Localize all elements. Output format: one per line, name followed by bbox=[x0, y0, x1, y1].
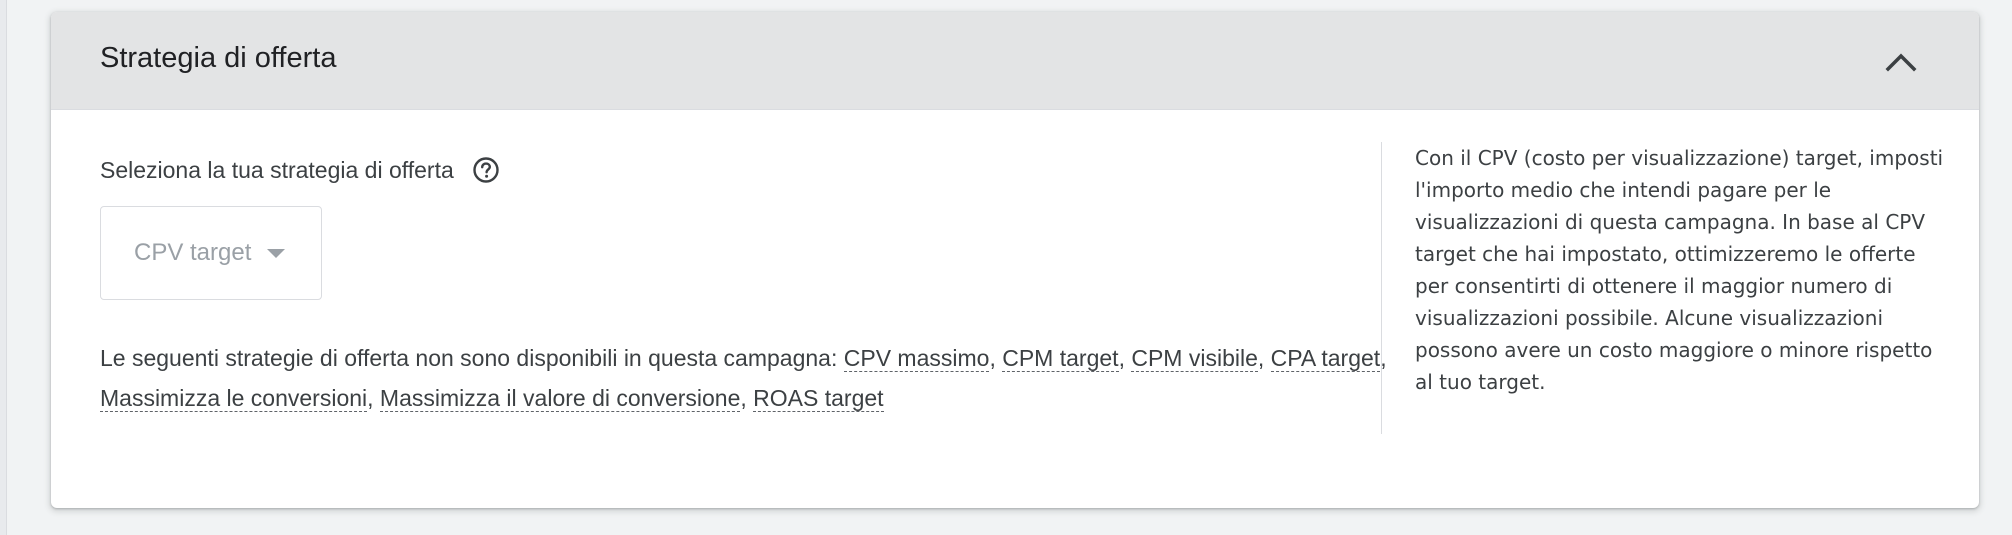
separator: , bbox=[989, 345, 1003, 371]
help-circle-icon[interactable] bbox=[472, 156, 500, 184]
card-title: Strategia di offerta bbox=[100, 42, 337, 74]
collapse-button[interactable] bbox=[1881, 42, 1921, 82]
strategy-link-massimizza-valore-conversione[interactable]: Massimizza il valore di conversione bbox=[379, 385, 741, 412]
unavailable-intro: Le seguenti strategie di offerta non son… bbox=[100, 345, 844, 371]
strategy-link-roas-target[interactable]: ROAS target bbox=[753, 385, 884, 412]
left-rail bbox=[0, 0, 7, 535]
strategy-link-massimizza-conversioni[interactable]: Massimizza le conversioni bbox=[100, 385, 368, 412]
info-panel-text: Con il CPV (costo per visualizzazione) t… bbox=[1415, 146, 1944, 394]
separator: , bbox=[740, 385, 754, 411]
strategy-link-cpm-visibile[interactable]: CPM visibile bbox=[1131, 345, 1258, 372]
strategy-link-cpa-target[interactable]: CPA target bbox=[1270, 345, 1381, 372]
separator: , bbox=[1118, 345, 1132, 371]
strategy-prompt-label: Seleziona la tua strategia di offerta bbox=[100, 157, 454, 183]
bid-strategy-card: Strategia di offerta Seleziona la tua st… bbox=[51, 12, 1979, 508]
caret-down-icon bbox=[267, 248, 286, 258]
strategy-prompt-row: Seleziona la tua strategia di offerta bbox=[100, 155, 500, 185]
dropdown-selected-value: CPV target bbox=[134, 239, 252, 266]
strategy-link-cpm-target[interactable]: CPM target bbox=[1002, 345, 1119, 372]
card-header[interactable]: Strategia di offerta bbox=[51, 12, 1979, 110]
bid-strategy-dropdown[interactable]: CPV target bbox=[100, 206, 322, 300]
vertical-divider bbox=[1381, 142, 1382, 434]
separator: , bbox=[367, 385, 380, 411]
strategy-link-cpv-massimo[interactable]: CPV massimo bbox=[843, 345, 990, 372]
unavailable-strategies-text: Le seguenti strategie di offerta non son… bbox=[100, 338, 1390, 418]
chevron-up-icon bbox=[1885, 53, 1917, 72]
separator: , bbox=[1257, 345, 1271, 371]
